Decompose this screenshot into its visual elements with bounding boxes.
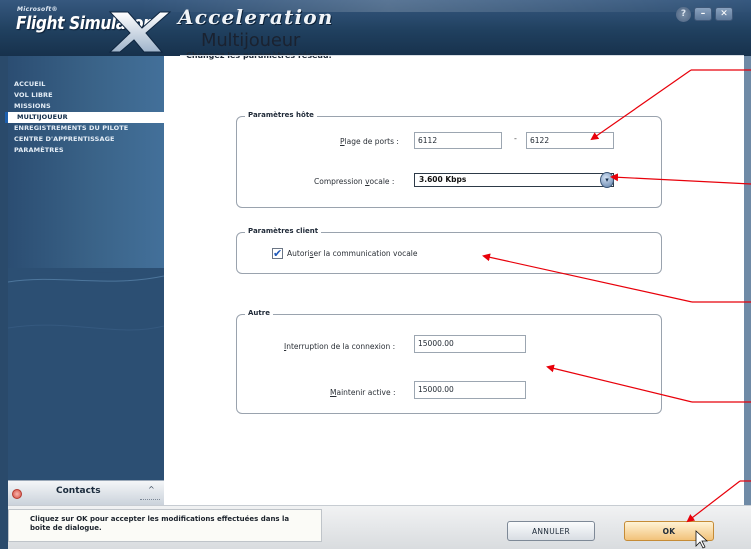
sidebar-item-enregistrements[interactable]: ENREGISTREMENTS DU PILOTE [8, 123, 164, 134]
sidebar-item-vol-libre[interactable]: VOL LIBRE [8, 90, 164, 101]
sidebar: ACCUEIL VOL LIBRE MISSIONS MULTIJOUEUR E… [5, 56, 164, 518]
host-settings-group: Paramètres hôte [236, 111, 662, 208]
window-controls: ? – ✕ [676, 6, 733, 22]
sidebar-item-centre-apprentissage[interactable]: CENTRE D'APPRENTISSAGE [8, 134, 164, 145]
cancel-button[interactable]: ANNULER [507, 521, 595, 541]
port-start-input[interactable]: 6112 [414, 132, 502, 149]
contacts-label: Contacts [56, 486, 101, 496]
title-bar: Microsoft® Flight Simulator Acceleration… [0, 0, 751, 56]
footer-hint-line-2: boîte de dialogue. [30, 524, 102, 532]
port-range-dash: - [514, 134, 517, 143]
minimize-button[interactable]: – [694, 7, 712, 21]
other-settings-legend: Autre [245, 309, 273, 317]
ok-button[interactable]: OK [624, 521, 714, 541]
voice-compression-label: Compression vocale : [314, 177, 395, 186]
connection-timeout-input[interactable]: 15000.00 [414, 335, 526, 353]
question-icon[interactable]: ? [676, 6, 691, 22]
chevron-up-icon[interactable]: ^ [148, 485, 155, 494]
connection-timeout-label: Interruption de la connexion : [284, 342, 396, 351]
x-logo-icon [108, 11, 172, 53]
footer-hint-line-1: Cliquez sur OK pour accepter les modific… [30, 515, 290, 523]
other-settings-group: Autre [236, 309, 662, 414]
header-divider [180, 55, 744, 56]
sidebar-item-multijoueur[interactable]: MULTIJOUEUR [5, 112, 164, 123]
voice-compression-value: 3.600 Kbps [419, 175, 467, 184]
chevron-down-icon[interactable]: ▾ [600, 172, 614, 188]
sidebar-item-accueil[interactable]: ACCUEIL [8, 79, 164, 90]
microsoft-logo: Microsoft® [17, 6, 58, 13]
voice-chat-label[interactable]: Autoriser la communication vocale [287, 249, 418, 258]
sidebar-item-missions[interactable]: MISSIONS [8, 101, 164, 112]
voice-compression-select[interactable]: 3.600 Kbps ▾ [414, 172, 614, 188]
left-frame [0, 56, 8, 549]
sidebar-nav: ACCUEIL VOL LIBRE MISSIONS MULTIJOUEUR E… [5, 79, 164, 156]
port-range-label: Plage de ports : [340, 137, 399, 146]
footer-hint: Cliquez sur OK pour accepter les modific… [8, 509, 322, 542]
acceleration-logo: Acceleration [178, 5, 334, 29]
voice-chat-checkbox[interactable]: ✔ [272, 248, 283, 259]
close-button[interactable]: ✕ [715, 7, 733, 21]
port-end-input[interactable]: 6122 [526, 132, 614, 149]
contacts-grip [140, 499, 160, 501]
page-title: Multijoueur [201, 30, 301, 51]
sidebar-item-parametres[interactable]: PARAMÈTRES [8, 145, 164, 156]
client-settings-legend: Paramètres client [245, 227, 322, 235]
contacts-status-icon [12, 489, 22, 499]
contacts-panel[interactable]: Contacts ^ [8, 480, 164, 506]
keep-alive-label: Maintenir active : [330, 388, 396, 397]
host-settings-legend: Paramètres hôte [245, 111, 317, 119]
right-frame [744, 56, 751, 518]
keep-alive-input[interactable]: 15000.00 [414, 381, 526, 399]
